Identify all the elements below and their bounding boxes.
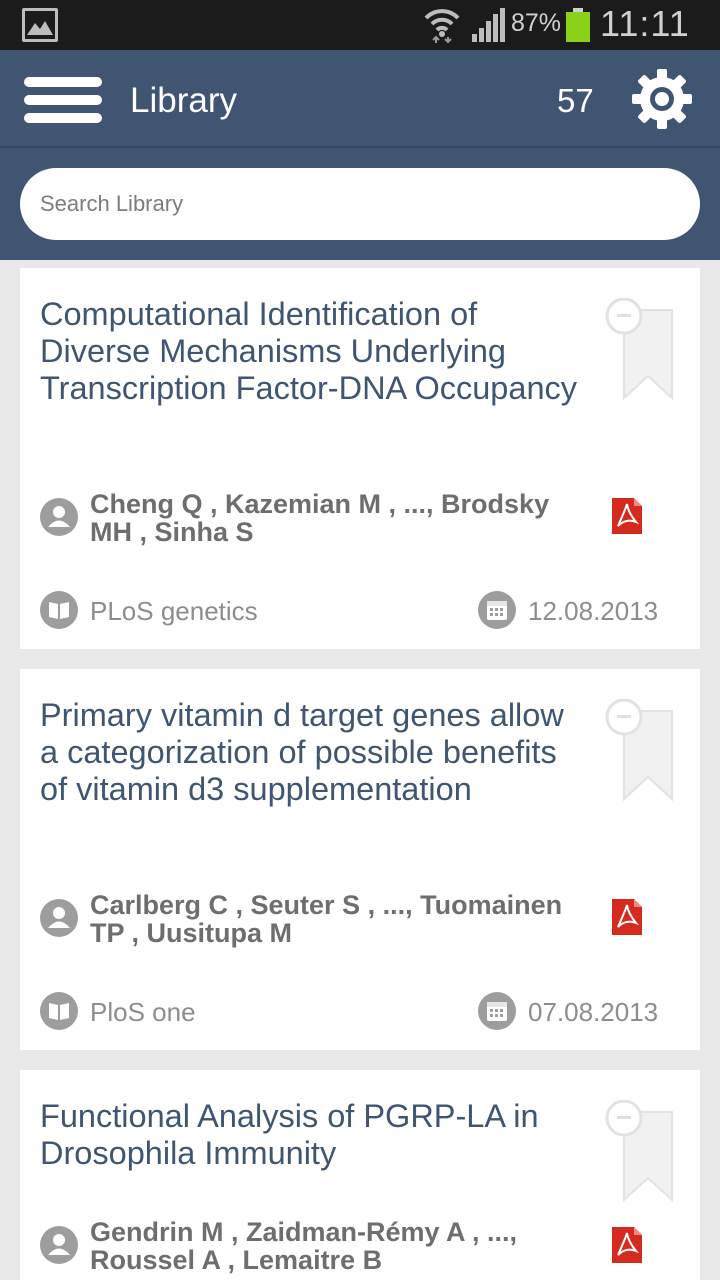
author-icon bbox=[40, 1226, 78, 1264]
article-journal: PLoS genetics bbox=[90, 596, 258, 626]
status-bar: 87% 11:11 bbox=[0, 0, 720, 50]
bookmark-icon[interactable] bbox=[604, 699, 676, 805]
battery-icon bbox=[566, 8, 590, 42]
bookmark-icon[interactable] bbox=[604, 298, 676, 404]
article-authors: Carlberg C , Seuter S , ..., Tuomainen T… bbox=[90, 890, 563, 948]
article-journal: PloS one bbox=[90, 997, 196, 1027]
clock: 11:11 bbox=[600, 3, 690, 44]
pdf-icon[interactable] bbox=[612, 1227, 642, 1263]
wifi-icon bbox=[424, 9, 460, 44]
article-title[interactable]: Primary vitamin d target genes allow a c… bbox=[40, 697, 580, 808]
article-date: 12.08.2013 bbox=[528, 596, 659, 626]
article-title[interactable]: Functional Analysis of PGRP-LA in Drosop… bbox=[40, 1098, 580, 1172]
calendar-icon bbox=[478, 591, 516, 629]
author-icon bbox=[40, 899, 78, 937]
menu-icon[interactable] bbox=[24, 77, 102, 123]
pdf-icon[interactable] bbox=[612, 899, 642, 935]
author-icon bbox=[40, 498, 78, 536]
search-input[interactable] bbox=[20, 168, 700, 240]
bookmark-icon[interactable] bbox=[604, 1100, 676, 1206]
article-card[interactable]: Computational Identification of Diverse … bbox=[20, 268, 700, 649]
article-date: 07.08.2013 bbox=[528, 997, 659, 1027]
article-authors: Gendrin M , Zaidman-Rémy A , ..., Rousse… bbox=[90, 1217, 518, 1275]
page-title: Library bbox=[130, 81, 237, 120]
search-area bbox=[0, 146, 720, 260]
calendar-icon bbox=[478, 992, 516, 1030]
gear-icon[interactable] bbox=[630, 67, 694, 131]
battery-percent: 87% bbox=[511, 9, 562, 37]
article-card[interactable]: Primary vitamin d target genes allow a c… bbox=[20, 669, 700, 1050]
gallery-icon bbox=[22, 8, 58, 42]
article-title[interactable]: Computational Identification of Diverse … bbox=[40, 296, 580, 407]
library-count: 57 bbox=[557, 82, 594, 119]
journal-icon bbox=[40, 992, 78, 1030]
journal-icon bbox=[40, 591, 78, 629]
pdf-icon[interactable] bbox=[612, 498, 642, 534]
app-header: Library 57 bbox=[0, 50, 720, 146]
signal-icon bbox=[472, 8, 505, 42]
article-card[interactable]: Functional Analysis of PGRP-LA in Drosop… bbox=[20, 1070, 700, 1280]
article-authors: Cheng Q , Kazemian M , ..., Brodsky MH ,… bbox=[90, 489, 550, 547]
